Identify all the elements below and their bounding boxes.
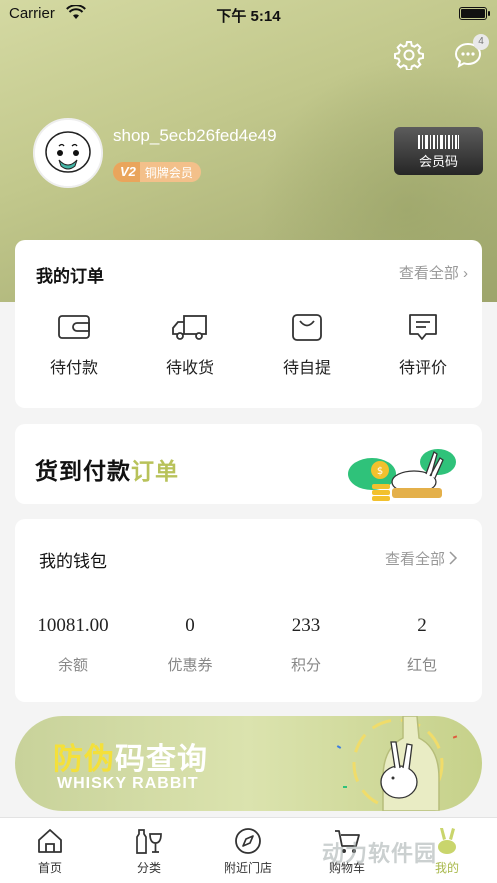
avatar[interactable] bbox=[33, 118, 103, 188]
member-code-label: 会员码 bbox=[418, 154, 458, 169]
watermark: 动力软件园 bbox=[322, 841, 438, 866]
bag-icon bbox=[292, 314, 322, 341]
rabbit-coins-illustration: $ bbox=[348, 449, 456, 501]
my-orders-card: 我的订单 查看全部 › 待付款 待收货 待自提 待评价 bbox=[15, 240, 482, 408]
glass-icon bbox=[136, 829, 162, 854]
order-pending-review[interactable]: 待评价 bbox=[373, 312, 473, 378]
tab-label: 附近门店 bbox=[223, 861, 272, 875]
comment-icon bbox=[409, 314, 437, 340]
member-code-button[interactable]: 会员码 bbox=[394, 127, 483, 175]
wallet-label: 优惠券 bbox=[167, 657, 213, 674]
wallet-value: 233 bbox=[291, 615, 321, 636]
order-item-label: 待付款 bbox=[49, 360, 98, 377]
my-wallet-card: 我的钱包 查看全部 10081.00 余额 0 优惠券 233 积分 2 红包 bbox=[15, 519, 482, 702]
battery-icon bbox=[459, 7, 490, 20]
banner-title-part2: 码查询 bbox=[115, 743, 208, 776]
messages-button[interactable]: 4 bbox=[453, 34, 489, 70]
wallet-label: 余额 bbox=[57, 657, 88, 674]
wallet-see-all-label: 查看全部 bbox=[384, 551, 445, 568]
wallet-red-packets[interactable]: 2 红包 bbox=[364, 615, 480, 675]
banner-title-part1: 防伪 bbox=[53, 743, 115, 776]
cod-title: 货到付款订单 bbox=[35, 452, 179, 486]
wallet-coupons[interactable]: 0 优惠券 bbox=[132, 615, 248, 675]
tab-label: 首页 bbox=[37, 861, 62, 875]
order-pending-receipt[interactable]: 待收货 bbox=[140, 312, 240, 378]
home-icon bbox=[38, 829, 62, 853]
svg-text:$: $ bbox=[377, 466, 383, 477]
order-pending-payment[interactable]: 待付款 bbox=[24, 312, 124, 378]
wallet-value: 2 bbox=[417, 615, 427, 636]
compass-icon bbox=[235, 828, 261, 854]
chevron-right-icon bbox=[449, 551, 458, 565]
wallet-points[interactable]: 233 积分 bbox=[248, 615, 364, 675]
anti-counterfeit-banner[interactable]: 防伪码查询 WHISKY RABBIT bbox=[15, 716, 482, 811]
gear-icon[interactable] bbox=[394, 40, 424, 70]
tab-category[interactable]: 分类 bbox=[99, 826, 199, 876]
order-item-label: 待自提 bbox=[282, 360, 331, 377]
cod-title-highlight: 订单 bbox=[131, 458, 179, 484]
order-item-label: 待收货 bbox=[165, 360, 214, 377]
wallet-see-all-link[interactable]: 查看全部 bbox=[385, 548, 458, 569]
username: shop_5ecb26fed4e49 bbox=[113, 126, 277, 145]
wallet-label: 红包 bbox=[406, 657, 437, 674]
wallet-balance[interactable]: 10081.00 余额 bbox=[15, 615, 131, 675]
tab-nearby-stores[interactable]: 附近门店 bbox=[198, 826, 298, 876]
member-level-badge: V2 铜牌会员 bbox=[113, 162, 201, 182]
cash-on-delivery-card[interactable]: 货到付款订单 $ bbox=[15, 424, 482, 504]
tab-home[interactable]: 首页 bbox=[0, 826, 100, 876]
order-pending-pickup[interactable]: 待自提 bbox=[257, 312, 357, 378]
rabbit-bottle-illustration bbox=[336, 716, 458, 811]
wallet-value: 0 bbox=[185, 615, 195, 636]
wallet-title: 我的钱包 bbox=[39, 552, 107, 571]
wallet-label: 积分 bbox=[290, 657, 321, 674]
clock: 下午 5:14 bbox=[216, 8, 281, 25]
truck-icon bbox=[172, 315, 207, 340]
level-label: V2 bbox=[113, 162, 140, 182]
banner-title: 防伪码查询 bbox=[53, 734, 208, 778]
tab-label: 分类 bbox=[136, 861, 161, 875]
status-bar: Carrier 下午 5:14 bbox=[0, 0, 497, 28]
orders-see-all-link[interactable]: 查看全部 › bbox=[399, 262, 468, 283]
wallet-icon bbox=[58, 315, 90, 339]
cod-title-main: 货到付款 bbox=[35, 458, 131, 484]
wallet-value: 10081.00 bbox=[37, 615, 109, 636]
order-item-label: 待评价 bbox=[398, 360, 447, 377]
avatar-mascot-icon bbox=[35, 120, 101, 186]
banner-subtitle: WHISKY RABBIT bbox=[57, 775, 199, 792]
orders-title: 我的订单 bbox=[36, 267, 104, 286]
barcode-icon bbox=[418, 135, 459, 149]
tier-label: 铜牌会员 bbox=[144, 165, 193, 180]
message-count-badge: 4 bbox=[473, 34, 489, 50]
